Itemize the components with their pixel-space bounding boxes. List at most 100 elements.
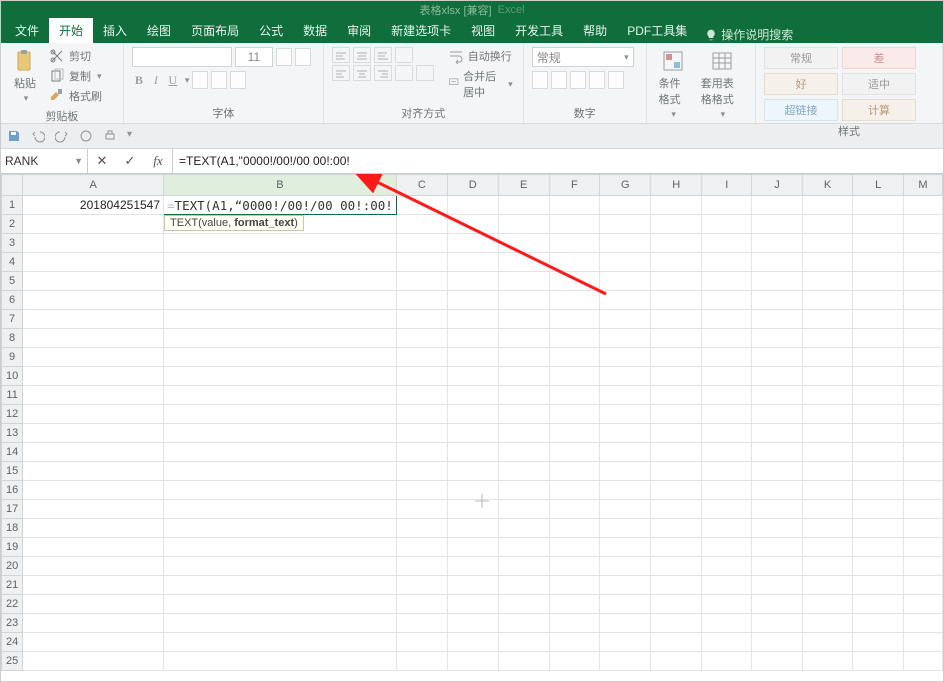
select-all-corner[interactable] bbox=[2, 175, 23, 196]
cell-L4[interactable] bbox=[853, 253, 904, 272]
cell-G16[interactable] bbox=[600, 481, 651, 500]
cell-J16[interactable] bbox=[752, 481, 802, 500]
cell-B3[interactable] bbox=[164, 234, 397, 253]
cell-J14[interactable] bbox=[752, 443, 802, 462]
cell-L6[interactable] bbox=[853, 291, 904, 310]
cell-E14[interactable] bbox=[498, 443, 549, 462]
cell-D22[interactable] bbox=[447, 595, 498, 614]
cell-C3[interactable] bbox=[396, 234, 447, 253]
cell-K7[interactable] bbox=[802, 310, 853, 329]
cell-F4[interactable] bbox=[549, 253, 600, 272]
cell-H3[interactable] bbox=[651, 234, 702, 253]
cell-G19[interactable] bbox=[600, 538, 651, 557]
cell-C17[interactable] bbox=[396, 500, 447, 519]
tab-insert[interactable]: 插入 bbox=[93, 18, 137, 43]
cell-G13[interactable] bbox=[600, 424, 651, 443]
cell-J11[interactable] bbox=[752, 386, 802, 405]
cell-K15[interactable] bbox=[802, 462, 853, 481]
cell-D7[interactable] bbox=[447, 310, 498, 329]
cell-B11[interactable] bbox=[164, 386, 397, 405]
row-header-14[interactable]: 14 bbox=[2, 443, 23, 462]
cell-L25[interactable] bbox=[853, 652, 904, 671]
cell-G22[interactable] bbox=[600, 595, 651, 614]
cell-J9[interactable] bbox=[752, 348, 802, 367]
cell-G8[interactable] bbox=[600, 329, 651, 348]
cell-J22[interactable] bbox=[752, 595, 802, 614]
align-right-button[interactable] bbox=[374, 65, 392, 81]
cell-L16[interactable] bbox=[853, 481, 904, 500]
cell-L8[interactable] bbox=[853, 329, 904, 348]
cell-M16[interactable] bbox=[904, 481, 943, 500]
cell-M4[interactable] bbox=[904, 253, 943, 272]
cell-G2[interactable] bbox=[600, 215, 651, 234]
cell-H21[interactable] bbox=[651, 576, 702, 595]
cell-D3[interactable] bbox=[447, 234, 498, 253]
cell-B17[interactable] bbox=[164, 500, 397, 519]
cell-K4[interactable] bbox=[802, 253, 853, 272]
italic-button[interactable]: I bbox=[149, 73, 163, 88]
tab-home[interactable]: 开始 bbox=[49, 18, 93, 43]
cell-L11[interactable] bbox=[853, 386, 904, 405]
cell-B19[interactable] bbox=[164, 538, 397, 557]
cell-K18[interactable] bbox=[802, 519, 853, 538]
row-header-16[interactable]: 16 bbox=[2, 481, 23, 500]
cell-C16[interactable] bbox=[396, 481, 447, 500]
cell-F24[interactable] bbox=[549, 633, 600, 652]
cell-H2[interactable] bbox=[651, 215, 702, 234]
cell-C8[interactable] bbox=[396, 329, 447, 348]
cell-L2[interactable] bbox=[853, 215, 904, 234]
cell-F23[interactable] bbox=[549, 614, 600, 633]
cell-M7[interactable] bbox=[904, 310, 943, 329]
cell-M6[interactable] bbox=[904, 291, 943, 310]
cell-I23[interactable] bbox=[702, 614, 752, 633]
row-header-9[interactable]: 9 bbox=[2, 348, 23, 367]
redo-button[interactable] bbox=[55, 129, 69, 143]
cell-G3[interactable] bbox=[600, 234, 651, 253]
cell-K6[interactable] bbox=[802, 291, 853, 310]
cell-E17[interactable] bbox=[498, 500, 549, 519]
bold-button[interactable]: B bbox=[132, 73, 146, 88]
cell-A7[interactable] bbox=[23, 310, 164, 329]
cell-A4[interactable] bbox=[23, 253, 164, 272]
cell-I1[interactable] bbox=[702, 196, 752, 215]
cell-C15[interactable] bbox=[396, 462, 447, 481]
cell-H23[interactable] bbox=[651, 614, 702, 633]
touch-mode-button[interactable] bbox=[79, 129, 93, 143]
align-center-button[interactable] bbox=[353, 65, 371, 81]
row-header-15[interactable]: 15 bbox=[2, 462, 23, 481]
column-header-K[interactable]: K bbox=[802, 175, 853, 196]
cell-A20[interactable] bbox=[23, 557, 164, 576]
cell-D25[interactable] bbox=[447, 652, 498, 671]
cell-A23[interactable] bbox=[23, 614, 164, 633]
cell-A21[interactable] bbox=[23, 576, 164, 595]
cell-M15[interactable] bbox=[904, 462, 943, 481]
cell-C20[interactable] bbox=[396, 557, 447, 576]
row-header-20[interactable]: 20 bbox=[2, 557, 23, 576]
cell-G20[interactable] bbox=[600, 557, 651, 576]
cell-L17[interactable] bbox=[853, 500, 904, 519]
cell-D18[interactable] bbox=[447, 519, 498, 538]
style-bad[interactable]: 差 bbox=[842, 47, 916, 69]
cell-I6[interactable] bbox=[702, 291, 752, 310]
cell-L12[interactable] bbox=[853, 405, 904, 424]
row-header-7[interactable]: 7 bbox=[2, 310, 23, 329]
cell-M25[interactable] bbox=[904, 652, 943, 671]
cell-B14[interactable] bbox=[164, 443, 397, 462]
cell-B8[interactable] bbox=[164, 329, 397, 348]
cell-M2[interactable] bbox=[904, 215, 943, 234]
cell-I22[interactable] bbox=[702, 595, 752, 614]
cell-M24[interactable] bbox=[904, 633, 943, 652]
row-header-10[interactable]: 10 bbox=[2, 367, 23, 386]
cell-D2[interactable] bbox=[447, 215, 498, 234]
cell-L1[interactable] bbox=[853, 196, 904, 215]
cell-F11[interactable] bbox=[549, 386, 600, 405]
cell-C5[interactable] bbox=[396, 272, 447, 291]
cell-D15[interactable] bbox=[447, 462, 498, 481]
cell-B22[interactable] bbox=[164, 595, 397, 614]
cell-L14[interactable] bbox=[853, 443, 904, 462]
copy-button[interactable]: 复制▾ bbox=[47, 67, 104, 85]
row-header-18[interactable]: 18 bbox=[2, 519, 23, 538]
column-header-H[interactable]: H bbox=[651, 175, 702, 196]
cell-C19[interactable] bbox=[396, 538, 447, 557]
cell-J7[interactable] bbox=[752, 310, 802, 329]
